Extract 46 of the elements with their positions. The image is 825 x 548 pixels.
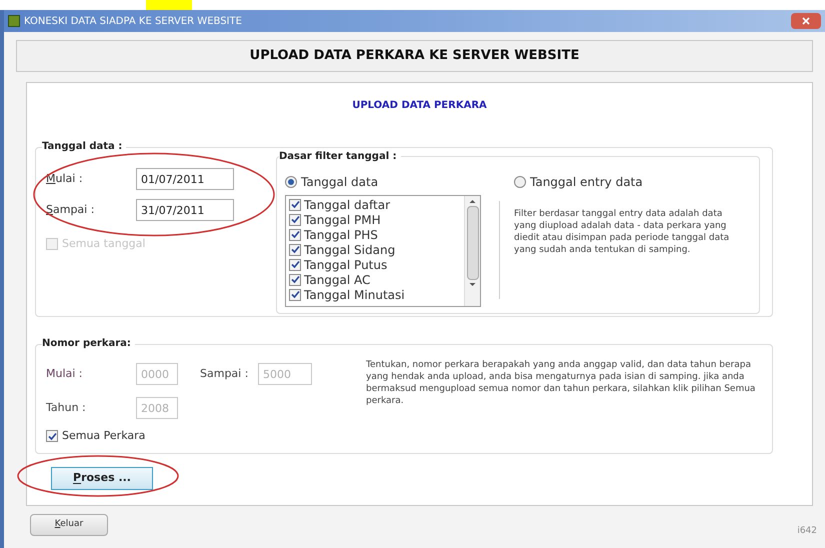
filter-note: Filter berdasar tanggal entry data adalah data yang diupload adalah data - data perkara yang diedit atau disimpan pada periode tanggal data yang sudah anda tentukan di samping. <box>514 208 730 256</box>
radio-button[interactable] <box>285 176 297 188</box>
highlight-mark <box>146 0 192 10</box>
field-label: Sampai : <box>200 366 250 382</box>
scroll-thumb[interactable] <box>466 206 478 280</box>
checkbox[interactable] <box>289 258 301 270</box>
list-item[interactable]: Tanggal daftar <box>304 198 390 212</box>
checkbox[interactable] <box>289 198 301 210</box>
field-label: Tahun : <box>46 400 87 416</box>
field-label: Mulai : <box>46 170 84 187</box>
field-label: Sampai : <box>46 202 96 218</box>
checkbox-label: Semua tanggal <box>62 236 146 252</box>
close-icon <box>802 17 810 25</box>
proses-button[interactable]: Proses ... <box>51 466 153 490</box>
window-title: KONESKI DATA SIADPA KE SERVER WEBSITE <box>24 14 242 28</box>
checkbox[interactable] <box>289 214 301 226</box>
scrollbar[interactable] <box>464 196 480 306</box>
list-item[interactable]: Tanggal Sidang <box>304 242 396 256</box>
checkbox[interactable] <box>289 274 301 286</box>
section-title: UPLOAD DATA PERKARA <box>352 98 487 112</box>
list-item[interactable]: Tanggal PHS <box>304 228 378 242</box>
checkbox[interactable] <box>289 244 301 256</box>
close-button[interactable] <box>791 13 821 29</box>
radio-label: Tanggal data <box>301 174 378 191</box>
case-number-note: Tentukan, nomor perkara berapakah yang anda anggap valid, dan data tahun berapa yang hendak anda upload, anda bisa mengaturnya pada isian di samping. jika anda bermaksud mengupload semua nomor dan tahun perkara, silahkan klik pilihan Semua perkara. <box>366 359 756 408</box>
radio-button[interactable] <box>514 176 526 188</box>
checkbox-label: Semua Perkara <box>62 428 146 444</box>
check-icon <box>48 432 56 441</box>
group-legend: Tanggal data : <box>42 139 126 154</box>
checkbox[interactable] <box>289 288 301 300</box>
radio-label: Tanggal entry data <box>530 174 643 191</box>
group-legend: Dasar filter tanggal : <box>279 149 401 164</box>
group-legend: Nomor perkara: <box>42 336 135 351</box>
list-item[interactable]: Tanggal Minutasi <box>304 288 405 302</box>
app-icon <box>8 15 20 27</box>
corner-text: i642 <box>797 524 817 538</box>
list-item[interactable]: Tanggal AC <box>304 272 370 286</box>
date-field[interactable]: 01/07/2011 <box>136 168 234 190</box>
list-item[interactable]: Tanggal PMH <box>304 212 381 226</box>
field-label: Mulai : <box>46 366 84 382</box>
header-title: UPLOAD DATA PERKARA KE SERVER WEBSITE <box>250 47 580 66</box>
date-field[interactable]: 31/07/2011 <box>136 199 234 221</box>
checkbox[interactable] <box>289 228 301 240</box>
list-item[interactable]: Tanggal Putus <box>304 258 388 272</box>
keluar-button[interactable]: Keluar <box>30 514 108 536</box>
checkbox[interactable] <box>46 430 58 442</box>
